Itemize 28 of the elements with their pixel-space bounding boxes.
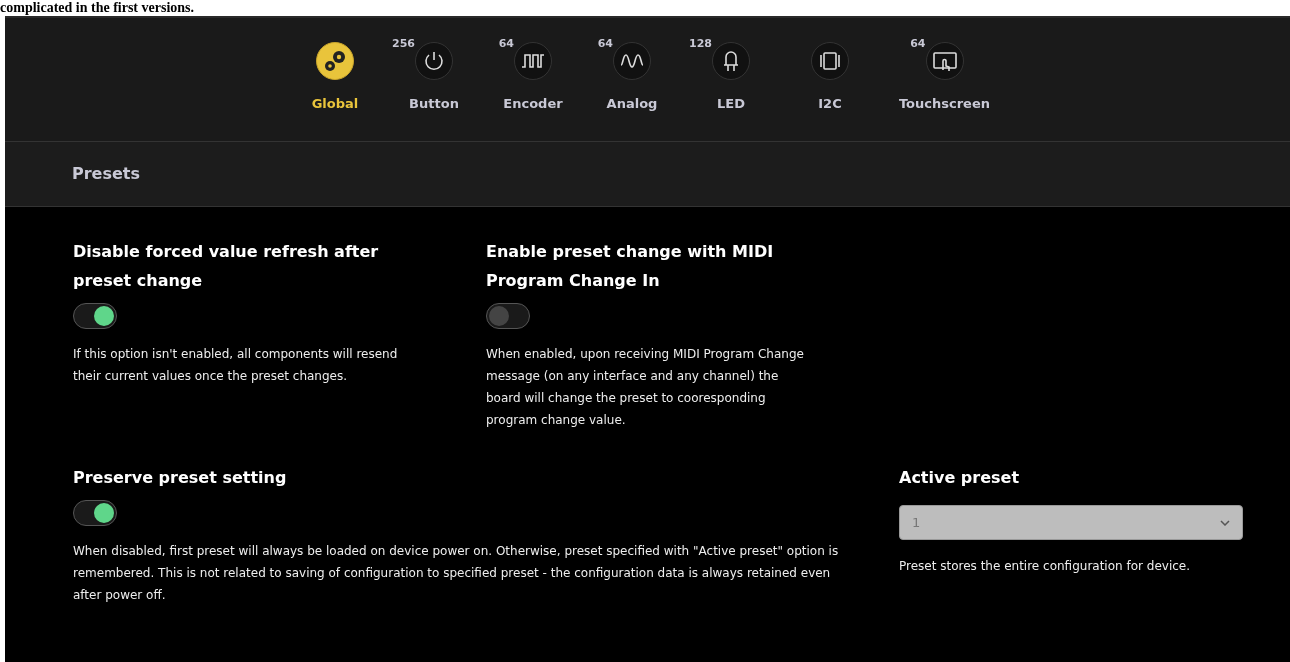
setting-title: Active preset — [899, 467, 1021, 489]
touchscreen-icon — [925, 42, 964, 80]
toggle-switch[interactable] — [486, 303, 530, 329]
led-icon — [712, 42, 750, 80]
component-tab[interactable]: Global — [285, 42, 385, 114]
count-label: 64 — [597, 36, 613, 52]
chip-icon — [811, 42, 849, 80]
setting-description: When enabled, upon receiving MIDI Program Change message (on any interface and any channel) the board will change the preset to cooresponding program change value. — [486, 346, 805, 429]
toggle-switch[interactable] — [73, 303, 117, 329]
sine-wave-icon — [613, 42, 651, 80]
setting-description: When disabled, first preset will always be loaded on device power on. Otherwise, preset specified with "Active preset" option is remembered. This is not related to saving of configuration to specified preset - the configuration data is always retained even after power off. — [73, 543, 840, 604]
setting-description: If this option isn't enabled, all components will resend their current values once the preset changes. — [73, 346, 399, 385]
setting-description: Preset stores the entire configuration for device. — [899, 558, 1191, 575]
count-label: 64 — [910, 36, 926, 52]
component-tab[interactable]: I2C — [780, 42, 880, 114]
toggle-switch[interactable] — [73, 500, 117, 526]
square-wave-icon — [514, 42, 552, 80]
count-label: 64 — [498, 36, 514, 52]
setting-title: Disable forced value refresh after preset change — [73, 241, 380, 292]
count-label: 256 — [392, 36, 415, 52]
section-title: Presets — [72, 163, 140, 185]
setting-title: Enable preset change with MIDI Program Change In — [486, 241, 775, 292]
power-icon — [415, 42, 453, 80]
chevron-down-icon — [1220, 519, 1230, 526]
gears-icon — [316, 42, 354, 80]
setting-title: Preserve preset setting — [73, 467, 288, 489]
page-heading: complicated in the first versions. — [0, 0, 196, 16]
count-label: 128 — [689, 36, 712, 52]
